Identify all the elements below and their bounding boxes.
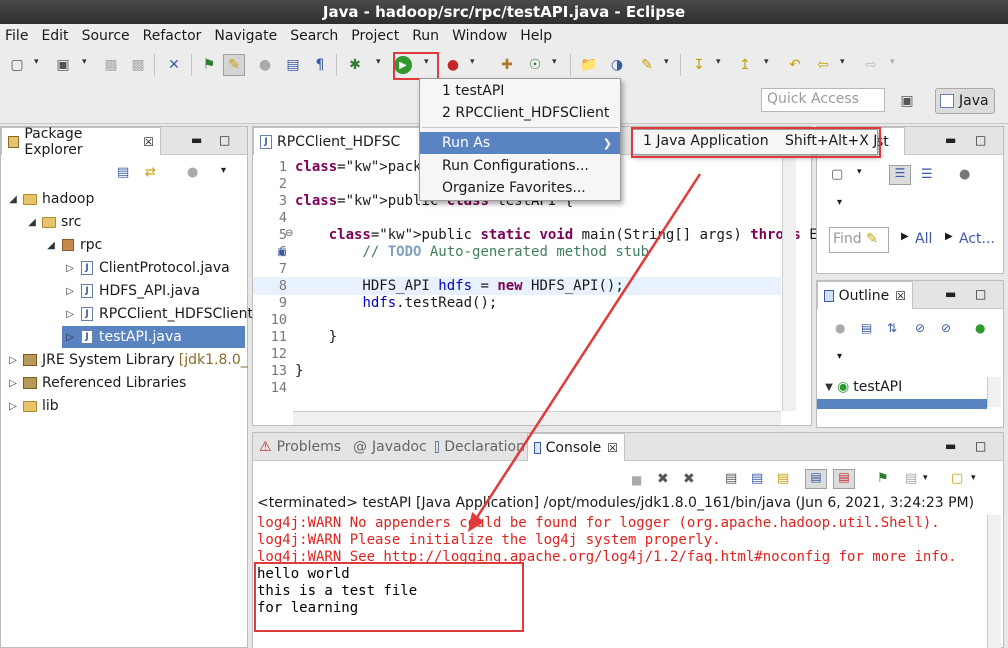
arrow-line — [472, 173, 702, 523]
annotation-arrow — [468, 173, 702, 532]
arrow-head — [468, 512, 484, 532]
